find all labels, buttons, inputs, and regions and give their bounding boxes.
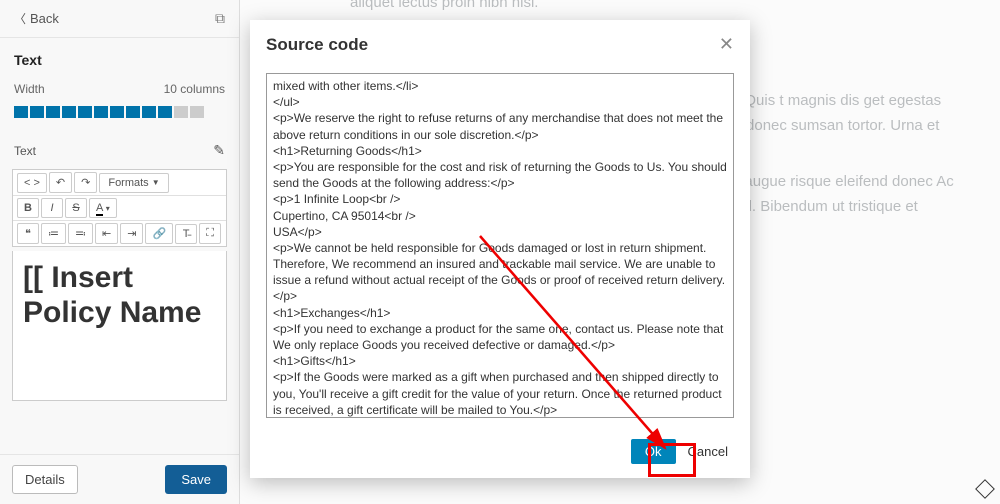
modal-body — [250, 69, 750, 433]
back-arrow-icon: 〈 — [14, 10, 26, 27]
formats-label: Formats — [108, 177, 148, 189]
bullet-list-button[interactable]: ≔ — [41, 223, 66, 244]
source-code-textarea[interactable] — [266, 73, 734, 418]
editor-content[interactable]: [[ Insert Policy Name — [12, 251, 227, 401]
col-block — [158, 106, 172, 118]
col-block — [62, 106, 76, 118]
bold-button[interactable]: B — [17, 198, 39, 218]
modal-header: Source code ✕ — [250, 20, 750, 69]
columns-label: 10 columns — [164, 82, 225, 96]
col-block — [30, 106, 44, 118]
redo-button[interactable]: ↷ — [74, 172, 97, 193]
outdent-button[interactable]: ⇤ — [95, 223, 118, 244]
clear-format-button[interactable]: T̵ — [175, 224, 197, 244]
text-color-button[interactable]: A ▾ — [89, 198, 117, 218]
modal-title: Source code — [266, 35, 368, 55]
col-block — [190, 106, 204, 118]
chevron-down-icon: ▾ — [106, 204, 110, 213]
modal-footer: Ok Cancel — [250, 433, 750, 478]
col-block — [142, 106, 156, 118]
text-section-header: Text ✎ — [0, 132, 239, 165]
source-code-modal: Source code ✕ Ok Cancel — [250, 20, 750, 478]
width-row: Width 10 columns — [0, 78, 239, 106]
col-block — [126, 106, 140, 118]
toolbar-row-3: ❝ ≔ ≕ ⇤ ⇥ 🔗 T̵ ⛶ — [13, 221, 226, 246]
back-label: Back — [30, 11, 59, 26]
source-code-button[interactable]: < > — [17, 173, 47, 193]
italic-button[interactable]: I — [41, 198, 63, 218]
blockquote-button[interactable]: ❝ — [17, 223, 39, 244]
col-block — [94, 106, 108, 118]
sidebar: 〈 Back ⧉ Text Width 10 columns Text ✎ — [0, 0, 240, 504]
toolbar-row-1: < > ↶ ↷ Formats ▼ — [13, 170, 226, 196]
details-button[interactable]: Details — [12, 465, 78, 494]
numbered-list-button[interactable]: ≕ — [68, 223, 93, 244]
sidebar-footer: Details Save — [0, 454, 239, 504]
ok-button[interactable]: Ok — [631, 439, 676, 464]
sidebar-body: Text Width 10 columns Text ✎ < > ↶ — [0, 38, 239, 454]
text-section-label: Text — [14, 144, 36, 158]
toolbar-row-2: B I S A ▾ — [13, 196, 226, 221]
chevron-down-icon: ▼ — [152, 178, 160, 187]
indent-button[interactable]: ⇥ — [120, 223, 143, 244]
link-button[interactable]: 🔗 — [145, 223, 173, 244]
wand-icon[interactable]: ✎ — [213, 142, 225, 159]
column-slider[interactable] — [0, 106, 239, 132]
sidebar-header: 〈 Back ⧉ — [0, 0, 239, 38]
col-block — [110, 106, 124, 118]
panel-title: Text — [0, 38, 239, 78]
editor-toolbar: < > ↶ ↷ Formats ▼ B I S A ▾ ❝ ≔ — [12, 169, 227, 247]
strike-button[interactable]: S — [65, 198, 87, 218]
save-button[interactable]: Save — [165, 465, 227, 494]
undo-button[interactable]: ↶ — [49, 172, 72, 193]
col-block — [78, 106, 92, 118]
formats-dropdown[interactable]: Formats ▼ — [99, 173, 168, 193]
back-button[interactable]: 〈 Back — [14, 10, 59, 27]
col-block — [46, 106, 60, 118]
width-label: Width — [14, 82, 45, 96]
close-button[interactable]: ✕ — [719, 34, 734, 55]
cancel-button[interactable]: Cancel — [682, 439, 734, 464]
col-block — [14, 106, 28, 118]
color-a-icon: A — [96, 202, 103, 216]
fullscreen-button[interactable]: ⛶ — [199, 223, 221, 244]
external-link-icon[interactable]: ⧉ — [215, 10, 225, 27]
col-block — [174, 106, 188, 118]
